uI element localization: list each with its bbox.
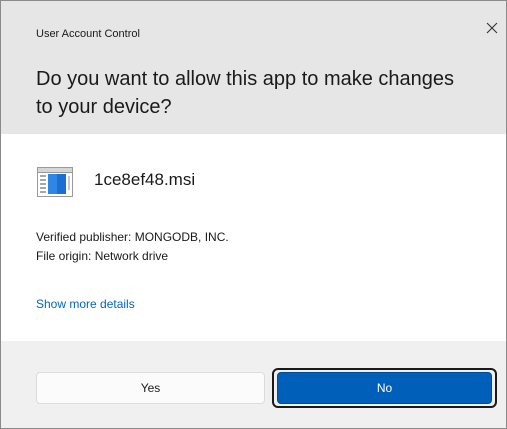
uac-dialog: User Account Control Do you want to allo… [0,0,507,429]
dialog-footer: Yes No [1,341,506,428]
close-button[interactable] [479,15,505,41]
dialog-question: Do you want to allow this app to make ch… [36,68,455,118]
dialog-header: User Account Control Do you want to allo… [1,1,506,134]
yes-button[interactable]: Yes [36,372,265,404]
close-icon [486,22,498,34]
app-name: 1ce8ef48.msi [94,170,196,189]
dialog-title: User Account Control [36,28,140,40]
show-more-details-link[interactable]: Show more details [36,297,135,311]
verified-publisher: Verified publisher: MONGODB, INC. [36,230,229,244]
no-button[interactable]: No [277,372,492,404]
file-origin: File origin: Network drive [36,249,169,263]
installer-package-icon [37,167,73,197]
